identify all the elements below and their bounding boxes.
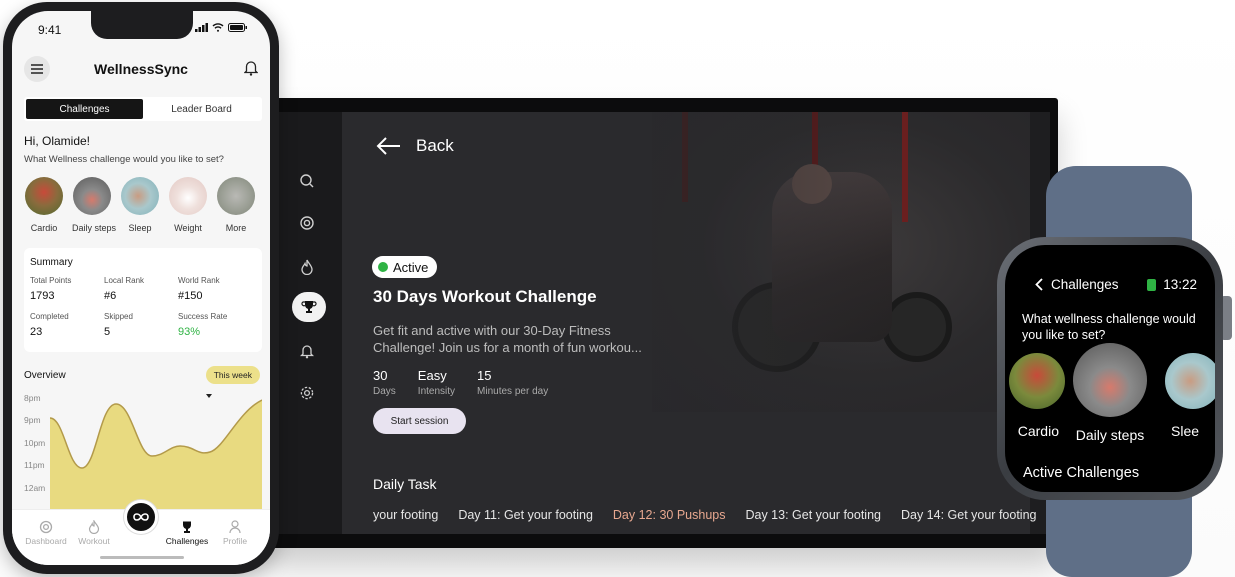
notifications-bell-icon[interactable] — [243, 59, 259, 81]
stat-days: 30 Days — [373, 368, 396, 397]
status-label: Active — [393, 259, 429, 275]
watch-device: Challenges 13:22 What wellness challenge… — [997, 237, 1223, 500]
flame-icon[interactable] — [294, 254, 320, 280]
daily-task-list: your footing Day 11: Get your footing Da… — [373, 508, 1036, 522]
tab-challenges[interactable]: Challenges — [26, 99, 143, 119]
watch-question: What wellness challenge would you like t… — [1022, 312, 1196, 342]
tab-workout[interactable]: Workout — [64, 518, 124, 546]
bell-icon[interactable] — [294, 338, 320, 364]
back-button[interactable]: Back — [376, 136, 454, 156]
summary-completed: Completed 23 — [30, 312, 69, 338]
watch-back-button[interactable]: Challenges — [1035, 277, 1119, 292]
daily-task-item[interactable]: Day 14: Get your footing — [901, 508, 1037, 522]
phone-notch — [91, 11, 193, 39]
search-icon[interactable] — [294, 168, 320, 194]
tv-challenge-detail: Back Active 30 Days Workout Challenge Ge… — [342, 112, 1050, 534]
signal-icon — [194, 23, 208, 32]
watch-category-sleep[interactable]: Slee — [1163, 353, 1215, 439]
bottom-tab-bar: Dashboard Workout Challenges Profile — [12, 500, 270, 565]
app-title: WellnessSync — [94, 61, 188, 77]
week-filter-dropdown[interactable]: This week — [205, 366, 260, 398]
back-label: Back — [416, 136, 454, 155]
category-cardio[interactable]: Cardio — [24, 177, 64, 233]
challenge-question: What Wellness challenge would you like t… — [24, 154, 224, 165]
wifi-icon — [212, 23, 224, 32]
arrow-left-icon — [376, 137, 400, 155]
overview-section: Overview This week 8pm 9pm 10pm 11pm 12a… — [24, 362, 262, 522]
status-time: 9:41 — [38, 23, 62, 37]
daily-task-item[interactable]: your footing — [373, 508, 438, 522]
sleep-image — [1165, 353, 1215, 409]
overview-title: Overview — [24, 370, 66, 381]
battery-icon — [1147, 278, 1157, 291]
segmented-control: Challenges Leader Board — [24, 97, 262, 121]
summary-world-rank: World Rank #150 — [178, 276, 220, 302]
sleep-image — [121, 177, 159, 215]
summary-grid: Total Points 1793 Local Rank #6 World Rank… — [30, 276, 256, 338]
home-indicator — [100, 556, 184, 559]
stat-minutes: 15 Minutes per day — [477, 368, 549, 397]
y-label: 12am — [24, 483, 45, 493]
summary-success-rate: Success Rate 93% — [178, 312, 228, 338]
category-daily-steps[interactable]: Daily steps — [72, 177, 116, 233]
profile-icon — [205, 518, 265, 536]
y-label: 8pm — [24, 393, 41, 403]
greeting: Hi, Olamide! — [24, 134, 91, 148]
summary-card: Summary Total Points 1793 Local Rank #6 Wo… — [24, 248, 262, 352]
status-icons — [194, 23, 248, 34]
status-dot-icon — [378, 262, 388, 272]
watch-category-cardio[interactable]: Cardio — [1005, 353, 1069, 439]
flame-icon — [64, 518, 124, 536]
daily-task-item-current[interactable]: Day 12: 30 Pushups — [613, 508, 726, 522]
category-list: Cardio Daily steps Sleep Weight More — [24, 177, 256, 233]
center-action-button[interactable] — [124, 500, 158, 534]
cardio-image — [25, 177, 63, 215]
watch-screen: Challenges 13:22 What wellness challenge… — [1005, 245, 1215, 492]
tv-nav-rail — [270, 112, 342, 534]
summary-local-rank: Local Rank #6 — [104, 276, 145, 302]
tab-profile[interactable]: Profile — [205, 518, 265, 546]
summary-title: Summary — [30, 257, 73, 268]
chevron-left-icon — [1035, 278, 1043, 291]
watch-clock: 13:22 — [1147, 277, 1197, 292]
challenge-description: Get fit and active with our 30-Day Fitne… — [373, 323, 642, 355]
daily-steps-image — [73, 177, 111, 215]
summary-total-points: Total Points 1793 — [30, 276, 72, 302]
trophy-icon[interactable] — [292, 292, 326, 322]
daily-task-item[interactable]: Day 11: Get your footing — [458, 508, 593, 522]
y-label: 9pm — [24, 415, 41, 425]
status-badge: Active — [372, 256, 438, 278]
weight-image — [169, 177, 207, 215]
stat-intensity: Easy Intensity — [417, 368, 456, 397]
tv-device: Back Active 30 Days Workout Challenge Ge… — [262, 98, 1058, 548]
summary-skipped: Skipped 5 — [104, 312, 133, 338]
category-weight[interactable]: Weight — [168, 177, 208, 233]
device-mockup-stage: Back Active 30 Days Workout Challenge Ge… — [0, 0, 1235, 577]
challenge-stats: 30 Days Easy Intensity 15 Minutes per da… — [373, 368, 548, 397]
settings-icon[interactable] — [294, 380, 320, 406]
phone-screen: 9:41 WellnessSync Challenges Leader Boar… — [12, 11, 270, 565]
tv-screen: Back Active 30 Days Workout Challenge Ge… — [270, 112, 1050, 534]
category-more[interactable]: More — [216, 177, 256, 233]
infinity-icon — [133, 513, 149, 521]
y-label: 11pm — [24, 460, 45, 470]
more-image — [217, 177, 255, 215]
battery-icon — [228, 23, 247, 32]
cardio-image — [1009, 353, 1065, 409]
phone-device: 9:41 WellnessSync Challenges Leader Boar… — [3, 2, 279, 574]
daily-task-item[interactable]: Day 13: Get your footing — [745, 508, 881, 522]
category-sleep[interactable]: Sleep — [120, 177, 160, 233]
y-label: 10pm — [24, 438, 45, 448]
active-challenges-heading: Active Challenges — [1023, 465, 1140, 481]
watch-category-daily-steps[interactable]: Daily steps — [1065, 343, 1155, 443]
overview-area — [50, 400, 262, 520]
dashboard-icon[interactable] — [294, 210, 320, 236]
start-session-button[interactable]: Start session — [373, 408, 466, 434]
daily-task-heading: Daily Task — [373, 476, 437, 492]
challenge-title: 30 Days Workout Challenge — [373, 287, 597, 306]
daily-steps-image — [1073, 343, 1147, 417]
tab-leader-board[interactable]: Leader Board — [143, 99, 260, 119]
